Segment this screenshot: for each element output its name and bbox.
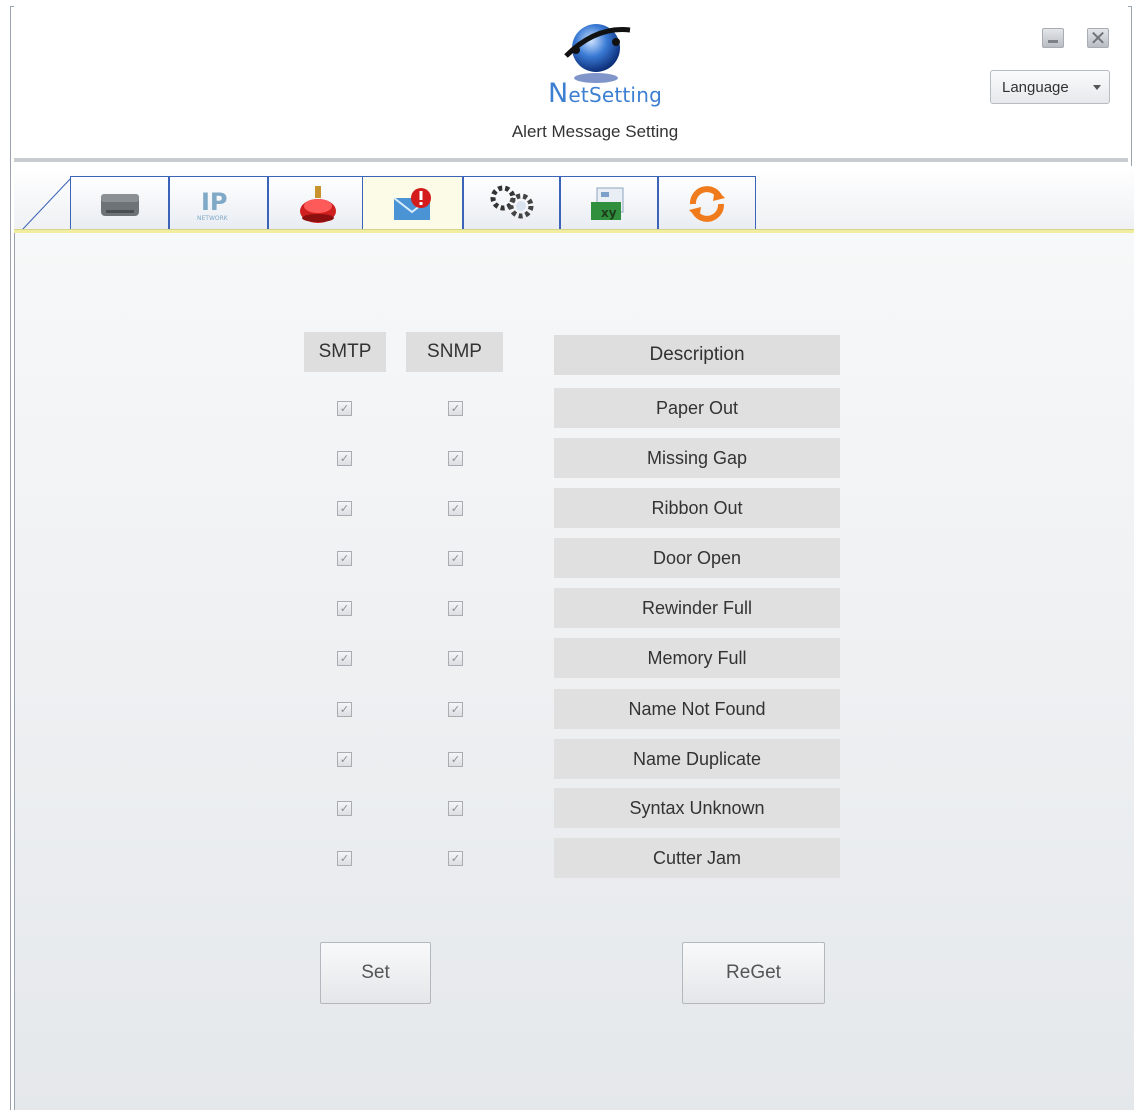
tab-config[interactable]: [463, 176, 560, 230]
globe-logo-icon: [564, 24, 631, 83]
smtp-checkbox[interactable]: ✓: [337, 451, 352, 466]
alert-description: Rewinder Full: [554, 588, 840, 628]
gears-icon: [490, 185, 533, 218]
close-button[interactable]: ✕: [1087, 26, 1109, 50]
snmp-checkbox[interactable]: ✓: [448, 801, 463, 816]
smtp-checkbox[interactable]: ✓: [337, 702, 352, 717]
language-select[interactable]: Language: [990, 70, 1110, 104]
smtp-checkbox[interactable]: ✓: [337, 401, 352, 416]
snmp-checkbox[interactable]: ✓: [448, 702, 463, 717]
alert-description: Paper Out: [554, 388, 840, 428]
alert-description: Memory Full: [554, 638, 840, 678]
snmp-checkbox[interactable]: ✓: [448, 501, 463, 516]
close-icon: ✕: [1089, 26, 1107, 50]
snmp-checkbox[interactable]: ✓: [448, 651, 463, 666]
tab-sync[interactable]: [658, 176, 756, 230]
smtp-checkbox[interactable]: ✓: [337, 501, 352, 516]
alert-mail-icon: [392, 187, 431, 220]
description-column-header: Description: [554, 335, 840, 375]
key-card-icon: xy: [591, 187, 624, 220]
svg-text:NETWORK: NETWORK: [197, 215, 229, 222]
alert-description: Ribbon Out: [554, 488, 840, 528]
brand-name: NetSetting: [548, 78, 662, 109]
smtp-checkbox[interactable]: ✓: [337, 601, 352, 616]
minimize-button[interactable]: [1042, 28, 1064, 48]
svg-text:IP: IP: [201, 188, 228, 216]
smtp-checkbox[interactable]: ✓: [337, 752, 352, 767]
snmp-checkbox[interactable]: ✓: [448, 401, 463, 416]
ip-network-icon: IP NETWORK: [197, 188, 229, 222]
smtp-checkbox[interactable]: ✓: [337, 651, 352, 666]
tab-printer[interactable]: [70, 176, 169, 230]
tab-alert-message[interactable]: [362, 176, 463, 230]
tab-ip-network[interactable]: IP NETWORK: [169, 176, 268, 230]
alert-description: Missing Gap: [554, 438, 840, 478]
header: NetSetting Alert Message Setting ✕ Langu…: [14, 6, 1128, 162]
snmp-checkbox[interactable]: ✓: [448, 451, 463, 466]
set-button[interactable]: Set: [320, 942, 431, 1004]
snmp-checkbox[interactable]: ✓: [448, 851, 463, 866]
tab-alarm[interactable]: [268, 176, 367, 230]
smtp-column-header: SMTP: [304, 332, 386, 372]
alert-description: Name Not Found: [554, 689, 840, 729]
smtp-checkbox[interactable]: ✓: [337, 551, 352, 566]
alert-description: Syntax Unknown: [554, 788, 840, 828]
tab-bar-slant: [21, 176, 73, 231]
page-title: Alert Message Setting: [511, 122, 679, 141]
alert-description: Name Duplicate: [554, 739, 840, 779]
alarm-button-icon: [299, 185, 336, 223]
printer-icon: [100, 193, 139, 216]
snmp-checkbox[interactable]: ✓: [448, 551, 463, 566]
svg-text:xy: xy: [601, 206, 617, 220]
sync-icon: [689, 185, 725, 222]
snmp-column-header: SNMP: [406, 332, 503, 372]
smtp-checkbox[interactable]: ✓: [337, 801, 352, 816]
tab-key[interactable]: xy: [560, 176, 658, 230]
smtp-checkbox[interactable]: ✓: [337, 851, 352, 866]
snmp-checkbox[interactable]: ✓: [448, 601, 463, 616]
reget-button[interactable]: ReGet: [682, 942, 825, 1004]
chevron-down-icon: [1093, 85, 1101, 90]
alert-description: Cutter Jam: [554, 838, 840, 878]
snmp-checkbox[interactable]: ✓: [448, 752, 463, 767]
alert-description: Door Open: [554, 538, 840, 578]
language-select-label: Language: [1002, 79, 1069, 96]
